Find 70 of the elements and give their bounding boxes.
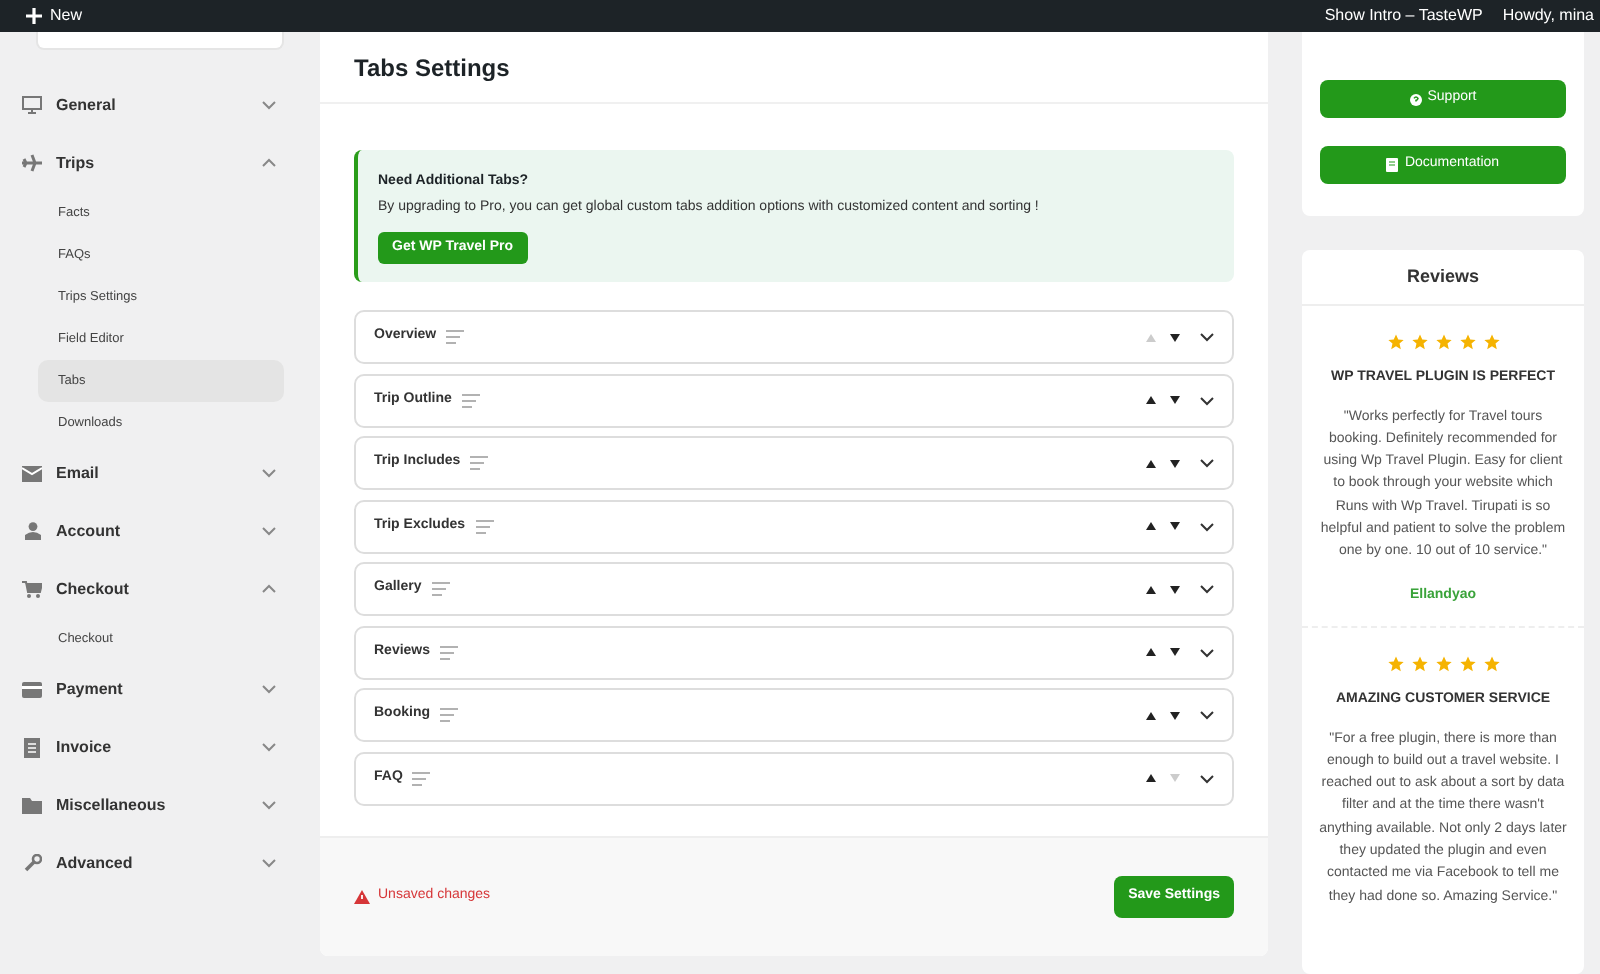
star-icon [1411, 334, 1427, 350]
move-up-icon[interactable] [1146, 711, 1156, 719]
sidebar-group-label[interactable]: Trips [56, 151, 262, 175]
drag-handle-icon[interactable] [431, 582, 450, 596]
star-icon [1411, 656, 1427, 673]
chevron-down-icon[interactable] [1200, 710, 1214, 720]
sidebar-group-label[interactable]: Miscellaneous [56, 793, 262, 817]
page-title: Tabs Settings [354, 51, 510, 85]
chevron-down-icon[interactable] [1200, 773, 1214, 783]
drag-handle-icon[interactable] [475, 519, 494, 533]
drag-handle-icon[interactable] [470, 456, 489, 470]
star-icon [1435, 334, 1451, 350]
show-intro-link[interactable]: Show Intro – TasteWP [1324, 4, 1483, 28]
move-down-icon[interactable] [1170, 396, 1180, 404]
folder-icon [20, 797, 44, 813]
chevron-down-icon[interactable] [1200, 584, 1214, 594]
chevron-down-icon[interactable] [1200, 458, 1214, 468]
drag-handle-icon[interactable] [440, 708, 458, 722]
move-up-icon[interactable] [1146, 585, 1156, 593]
move-down-icon[interactable] [1170, 585, 1180, 593]
move-down-icon[interactable] [1170, 711, 1180, 719]
warning-icon [354, 890, 370, 904]
airplane-icon [20, 154, 44, 172]
move-up-icon[interactable] [1146, 396, 1156, 404]
card-icon [20, 681, 44, 697]
chevron-up-icon[interactable] [262, 584, 276, 594]
sidebar-group-label[interactable]: Checkout [56, 577, 262, 601]
search-field[interactable] [36, 32, 284, 50]
sidebar-group-label[interactable]: Account [56, 519, 262, 543]
star-icon [1459, 656, 1475, 673]
person-icon [20, 522, 44, 540]
drag-handle-icon[interactable] [412, 771, 431, 785]
wrench-icon [20, 854, 44, 872]
move-up-icon[interactable] [1146, 774, 1156, 782]
sidebar-group-label[interactable]: General [56, 93, 262, 117]
chevron-down-icon[interactable] [1200, 521, 1214, 531]
new-link[interactable]: New [50, 4, 83, 28]
cart-icon [20, 580, 44, 598]
chevron-down-icon[interactable] [1200, 395, 1214, 405]
receipt-icon [20, 737, 44, 757]
star-icon [1387, 656, 1403, 673]
move-up-icon[interactable] [1146, 459, 1156, 467]
star-icon [1459, 334, 1475, 350]
monitor-icon [20, 96, 44, 114]
star-icon [1483, 656, 1499, 673]
star-icon [1387, 334, 1403, 350]
move-up-icon[interactable] [1146, 522, 1156, 530]
move-down-icon[interactable] [1170, 333, 1180, 341]
reviews-title: Reviews [1406, 263, 1480, 290]
account-link[interactable]: Howdy, mina [1502, 4, 1594, 28]
sidebar-group-label[interactable]: Advanced [56, 851, 262, 875]
star-icon [1483, 334, 1499, 350]
sidebar-group-label[interactable]: Payment [56, 677, 262, 701]
star-icon [1435, 656, 1451, 673]
chevron-down-icon[interactable] [1200, 647, 1214, 657]
drag-handle-icon[interactable] [446, 330, 465, 344]
chevron-down-icon[interactable] [1200, 332, 1214, 342]
move-down-icon[interactable] [1170, 522, 1180, 530]
move-down-icon[interactable] [1170, 459, 1180, 467]
plus-icon[interactable] [26, 8, 42, 24]
chevron-up-icon[interactable] [262, 158, 276, 168]
sidebar-group-label[interactable]: Invoice [56, 735, 262, 759]
drag-handle-icon[interactable] [440, 645, 459, 659]
move-down-icon[interactable] [1170, 648, 1180, 656]
sidebar-group-label[interactable]: Email [56, 461, 262, 485]
envelope-icon [20, 465, 44, 481]
question-icon [1409, 93, 1422, 105]
drag-handle-icon[interactable] [461, 393, 480, 407]
book-icon [1386, 158, 1399, 172]
move-up-icon[interactable] [1146, 648, 1156, 656]
